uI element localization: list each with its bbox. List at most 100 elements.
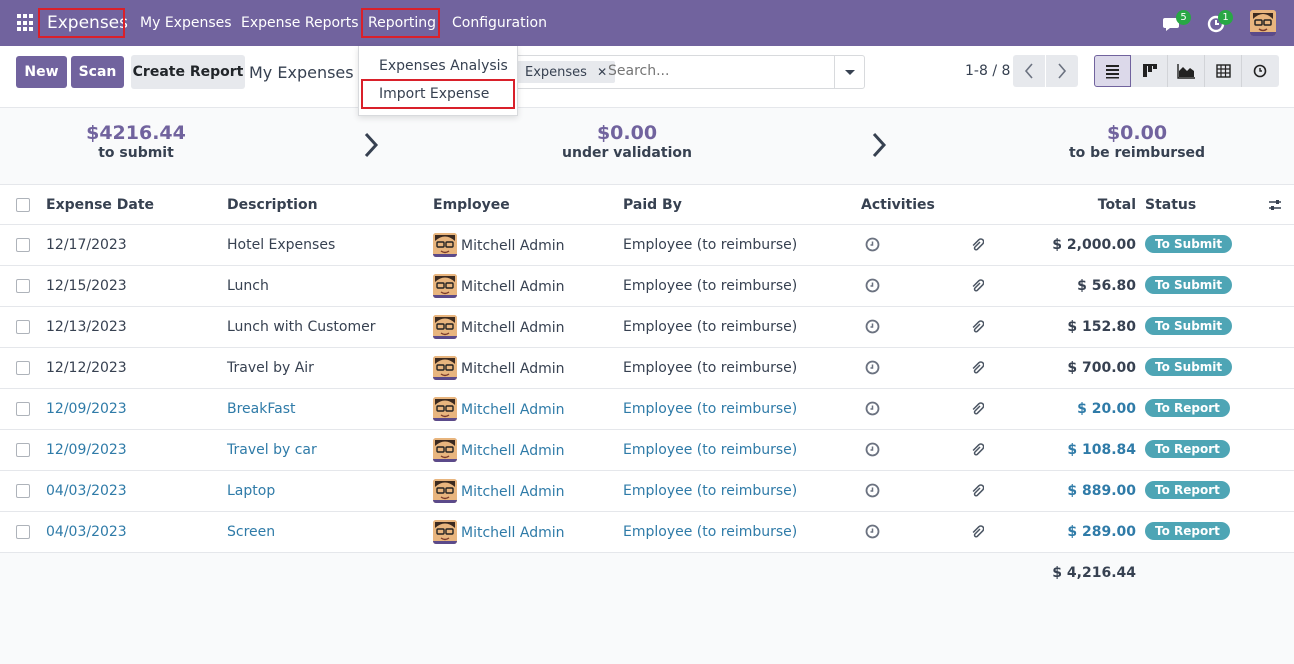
activity-clock-icon[interactable] — [865, 524, 880, 539]
column-header-date[interactable]: Expense Date — [46, 185, 154, 225]
column-header-activities[interactable]: Activities — [861, 185, 935, 225]
table-row[interactable]: 12/15/2023 Lunch Mitchell Admin Employee (t… — [0, 266, 1294, 307]
cell-paid-by: Employee (to reimburse) — [623, 442, 798, 458]
column-header-status[interactable]: Status — [1145, 185, 1196, 225]
cell-paid-by: Employee (to reimburse) — [623, 278, 798, 294]
select-all-checkbox[interactable] — [16, 198, 30, 212]
activity-clock-icon[interactable] — [865, 278, 880, 293]
search-input[interactable] — [608, 63, 828, 79]
row-checkbox[interactable] — [16, 402, 30, 416]
table-row[interactable]: 12/12/2023 Travel by Air Mitchell Admin Emp… — [0, 348, 1294, 389]
attachment-paperclip-icon[interactable] — [970, 525, 984, 539]
facet-remove-icon[interactable]: ✕ — [597, 65, 607, 79]
summary-label: under validation — [562, 145, 692, 161]
pager-value[interactable]: 1-8 / 8 — [965, 63, 1010, 79]
top-navbar: Expenses My Expenses Expense Reports Rep… — [0, 0, 1294, 46]
cell-employee[interactable]: Mitchell Admin — [461, 390, 565, 430]
search-box[interactable]: Expenses ✕ — [512, 55, 865, 89]
row-checkbox[interactable] — [16, 525, 30, 539]
reporting-dropdown-menu: Expenses Analysis Import Expense — [358, 46, 518, 116]
activity-clock-icon[interactable] — [865, 401, 880, 416]
activities-count-badge: 1 — [1218, 10, 1233, 25]
attachment-paperclip-icon[interactable] — [970, 402, 984, 416]
search-facet[interactable]: Expenses ✕ — [517, 61, 616, 83]
summary-under-validation[interactable]: $0.00 under validation — [560, 122, 694, 161]
table-footer-row: $ 4,216.44 — [0, 553, 1294, 593]
cell-expense-date: 12/17/2023 — [46, 237, 127, 253]
row-checkbox[interactable] — [16, 361, 30, 375]
activity-clock-icon[interactable] — [865, 442, 880, 457]
new-button[interactable]: New — [16, 56, 67, 88]
table-row[interactable]: 04/03/2023 Laptop Mitchell Admin Employee (… — [0, 471, 1294, 512]
row-checkbox[interactable] — [16, 484, 30, 498]
menu-configuration[interactable]: Configuration — [452, 0, 547, 46]
attachment-paperclip-icon[interactable] — [970, 320, 984, 334]
table-row[interactable]: 12/17/2023 Hotel Expenses Mitchell Admin Em… — [0, 225, 1294, 266]
row-checkbox[interactable] — [16, 320, 30, 334]
cell-total: $ 152.80 — [1067, 319, 1136, 335]
cell-description: BreakFast — [227, 401, 296, 417]
cell-employee[interactable]: Mitchell Admin — [461, 349, 565, 389]
employee-avatar — [433, 438, 457, 462]
cell-employee[interactable]: Mitchell Admin — [461, 513, 565, 553]
scan-button[interactable]: Scan — [71, 56, 124, 88]
area-chart-icon — [1177, 64, 1195, 79]
row-checkbox[interactable] — [16, 279, 30, 293]
chevron-right-icon — [872, 132, 887, 158]
summary-label: to submit — [98, 145, 174, 161]
kanban-view-button[interactable] — [1131, 55, 1168, 87]
cell-employee[interactable]: Mitchell Admin — [461, 472, 565, 512]
activity-clock-icon[interactable] — [865, 319, 880, 334]
table-row[interactable]: 12/09/2023 Travel by car Mitchell Admin Emp… — [0, 430, 1294, 471]
activity-clock-icon[interactable] — [865, 483, 880, 498]
attachment-paperclip-icon[interactable] — [970, 238, 984, 252]
optional-columns-icon[interactable] — [1267, 197, 1283, 213]
attachment-paperclip-icon[interactable] — [970, 279, 984, 293]
summary-to-be-reimbursed[interactable]: $0.00 to be reimbursed — [1066, 122, 1208, 161]
summary-label: to be reimbursed — [1068, 145, 1206, 161]
cell-total: $ 889.00 — [1067, 483, 1136, 499]
activity-clock-icon[interactable] — [865, 360, 880, 375]
control-panel: New Scan Create Report My Expenses Expen… — [0, 46, 1294, 108]
pager-next-button[interactable] — [1046, 55, 1078, 87]
pager-previous-button[interactable] — [1013, 55, 1045, 87]
cell-description: Laptop — [227, 483, 276, 499]
caret-down-icon — [845, 70, 855, 75]
attachment-paperclip-icon[interactable] — [970, 484, 984, 498]
column-header-paid-by[interactable]: Paid By — [623, 185, 682, 225]
menu-my-expenses[interactable]: My Expenses — [140, 0, 232, 46]
graph-view-button[interactable] — [1168, 55, 1205, 87]
search-options-toggle[interactable] — [834, 56, 864, 88]
list-view-button[interactable] — [1094, 55, 1131, 87]
activity-view-button[interactable] — [1242, 55, 1279, 87]
row-checkbox[interactable] — [16, 443, 30, 457]
cell-employee[interactable]: Mitchell Admin — [461, 226, 565, 266]
activity-clock-icon[interactable] — [865, 237, 880, 252]
employee-avatar — [433, 520, 457, 544]
menu-item-expenses-analysis[interactable]: Expenses Analysis — [379, 58, 508, 74]
cell-employee[interactable]: Mitchell Admin — [461, 308, 565, 348]
cell-paid-by: Employee (to reimburse) — [623, 483, 798, 499]
cell-description: Lunch — [227, 278, 269, 294]
column-header-description[interactable]: Description — [227, 185, 318, 225]
row-checkbox[interactable] — [16, 238, 30, 252]
pivot-view-button[interactable] — [1205, 55, 1242, 87]
table-row[interactable]: 12/09/2023 BreakFast Mitchell Admin Employe… — [0, 389, 1294, 430]
cell-employee[interactable]: Mitchell Admin — [461, 267, 565, 307]
cell-expense-date: 04/03/2023 — [46, 483, 127, 499]
create-report-button[interactable]: Create Report — [131, 55, 245, 89]
column-header-total[interactable]: Total — [1060, 185, 1136, 225]
column-header-employee[interactable]: Employee — [433, 185, 510, 225]
summary-to-submit[interactable]: $4216.44 to submit — [86, 122, 186, 161]
attachment-paperclip-icon[interactable] — [970, 361, 984, 375]
user-avatar[interactable] — [1250, 10, 1276, 36]
apps-menu-icon[interactable] — [17, 14, 35, 32]
menu-expense-reports[interactable]: Expense Reports — [241, 0, 359, 46]
attachment-paperclip-icon[interactable] — [970, 443, 984, 457]
summary-value: $0.00 — [1106, 122, 1168, 144]
table-row[interactable]: 12/13/2023 Lunch with Customer Mitchell Ad… — [0, 307, 1294, 348]
list-view-icon — [1106, 65, 1119, 79]
cell-employee[interactable]: Mitchell Admin — [461, 431, 565, 471]
table-row[interactable]: 04/03/2023 Screen Mitchell Admin Employee (… — [0, 512, 1294, 553]
status-badge: To Report — [1145, 399, 1230, 417]
